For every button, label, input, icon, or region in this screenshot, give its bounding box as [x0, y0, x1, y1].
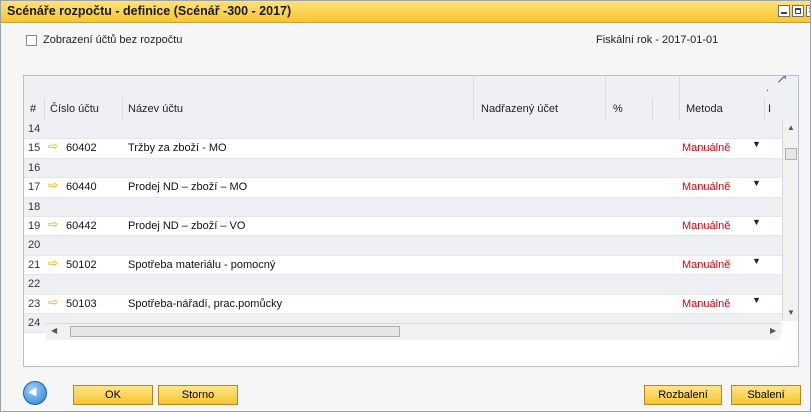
table-row[interactable]: 19 ⇨ 60442 Prodej ND – zboží – VO Manuálně ▼ — [24, 217, 782, 237]
method-select[interactable]: Manuálně — [682, 178, 730, 197]
horizontal-scroll-thumb[interactable] — [70, 326, 400, 337]
account-name: Spotřeba materiálu - pomocný — [128, 258, 276, 271]
table-row[interactable]: 14 — [24, 120, 782, 140]
account-name: Spotřeba-nářadí, prac.pomůcky — [128, 297, 283, 310]
account-number: 60402 — [66, 142, 97, 155]
maximize-button[interactable] — [792, 5, 804, 17]
table-row[interactable]: 23 ⇨ 50103 Spotřeba-nářadí, prac.pomůcky Man… — [24, 294, 782, 314]
row-number: 20 — [28, 239, 41, 252]
method-dropdown-icon[interactable]: ▼ — [752, 178, 761, 188]
method-select[interactable]: Manuálně — [682, 256, 730, 275]
link-arrow-icon[interactable]: ⇨ — [48, 295, 58, 309]
row-number: 21 — [28, 258, 41, 271]
table-row[interactable]: 21 ⇨ 50102 Spotřeba materiálu - pomocný Manu… — [24, 255, 782, 276]
row-number: 17 — [28, 181, 41, 194]
account-number: 50103 — [66, 297, 97, 310]
method-dropdown-icon[interactable]: ▼ — [752, 295, 761, 305]
table-row[interactable]: 16 — [24, 158, 782, 179]
grid-header: # Číslo účtu Název účtu Nadřazený účet %… — [24, 98, 798, 121]
expand-arrow-icon[interactable]: ↗ — [776, 76, 788, 87]
method-select[interactable]: Manuálně — [682, 139, 730, 158]
account-name: Tržby za zboží - MO — [128, 142, 227, 155]
table-row[interactable]: 17 ⇨ 60440 Prodej ND – zboží – MO Manuálně ▼ — [24, 178, 782, 198]
scroll-right-icon[interactable]: ▶ — [770, 326, 776, 335]
corner-dot: . — [766, 82, 770, 94]
row-number: 14 — [28, 123, 41, 135]
method-select[interactable]: Manuálně — [682, 217, 730, 236]
method-dropdown-icon[interactable]: ▼ — [752, 256, 761, 266]
row-number: 19 — [28, 220, 41, 232]
scroll-down-icon[interactable]: ▼ — [787, 308, 795, 317]
col-header-parent-account[interactable]: Nadřazený účet — [481, 98, 558, 120]
vertical-scrollbar[interactable]: ▲ ▼ — [782, 120, 798, 321]
col-header-method[interactable]: Metoda — [686, 98, 723, 120]
method-select[interactable]: Manuálně — [682, 295, 730, 314]
row-number: 22 — [28, 278, 41, 291]
table-row[interactable]: 20 — [24, 236, 782, 256]
table-row[interactable]: 15 ⇨ 60402 Tržby za zboží - MO Manuálně ▼ — [24, 139, 782, 159]
col-header-num[interactable]: # — [30, 98, 36, 120]
method-dropdown-icon[interactable]: ▼ — [752, 139, 761, 149]
link-arrow-icon[interactable]: ⇨ — [48, 139, 58, 153]
back-arrow-icon[interactable] — [23, 381, 47, 405]
table-row[interactable]: 22 — [24, 275, 782, 295]
grid-header-top: . ↗ — [24, 76, 798, 99]
budget-scenario-window: Scénáře rozpočtu - definice (Scénář -300… — [0, 0, 811, 412]
scroll-up-icon[interactable]: ▲ — [787, 123, 795, 132]
budget-grid: . ↗ # Číslo účtu Název účtu Nadřazený úč… — [23, 75, 799, 367]
account-name: Prodej ND – zboží – MO — [128, 181, 248, 194]
col-header-account-number[interactable]: Číslo účtu — [50, 98, 99, 120]
show-accounts-label: Zobrazení účtů bez rozpočtu — [43, 34, 183, 46]
link-arrow-icon[interactable]: ⇨ — [48, 178, 58, 192]
col-header-account-name[interactable]: Název účtu — [128, 98, 183, 120]
account-name: Prodej ND – zboží – VO — [128, 220, 246, 232]
rozbaleni-button[interactable]: Rozbalení — [644, 385, 722, 405]
vertical-scroll-thumb[interactable] — [785, 148, 797, 160]
col-header-percent[interactable]: % — [613, 98, 623, 120]
method-dropdown-icon[interactable]: ▼ — [752, 217, 761, 227]
row-number: 15 — [28, 142, 41, 155]
account-number: 60442 — [66, 220, 97, 232]
row-number: 24 — [28, 317, 41, 329]
ok-button[interactable]: OK — [73, 385, 153, 405]
col-header-extra[interactable]: I — [768, 98, 771, 120]
table-row[interactable]: 18 — [24, 197, 782, 217]
horizontal-scrollbar[interactable]: ◀ ▶ — [46, 323, 780, 340]
scroll-left-icon[interactable]: ◀ — [51, 326, 57, 335]
title-bar[interactable]: Scénáře rozpočtu - definice (Scénář -300… — [1, 1, 810, 23]
fiscal-year-label: Fiskální rok - 2017-01-01 — [596, 34, 719, 46]
row-number: 18 — [28, 200, 41, 213]
minimize-button[interactable] — [778, 5, 790, 17]
storno-button[interactable]: Storno — [158, 385, 238, 405]
sbaleni-button[interactable]: Sbalení — [731, 385, 801, 405]
window-title: Scénáře rozpočtu - definice (Scénář -300… — [7, 4, 292, 18]
link-arrow-icon[interactable]: ⇨ — [48, 217, 58, 231]
account-number: 50102 — [66, 258, 97, 271]
row-number: 16 — [28, 161, 41, 174]
show-accounts-checkbox[interactable] — [26, 35, 37, 46]
row-number: 23 — [28, 297, 41, 310]
close-button[interactable] — [806, 3, 810, 17]
link-arrow-icon[interactable]: ⇨ — [48, 256, 58, 270]
account-number: 60440 — [66, 181, 97, 194]
